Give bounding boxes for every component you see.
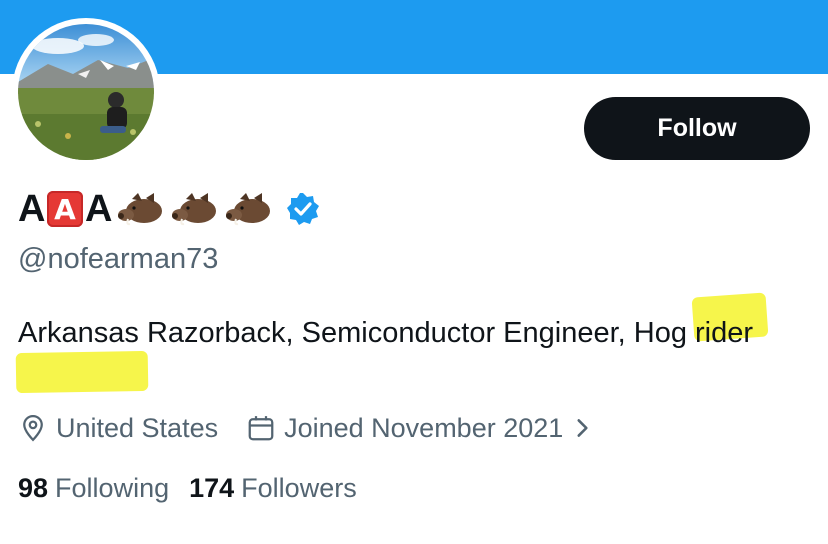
following-count: 98 (18, 472, 49, 503)
location-text: United States (56, 412, 219, 443)
name-letter: A (18, 188, 45, 230)
avatar[interactable] (18, 24, 154, 160)
profile-stats: 98 Following 174 Followers (18, 468, 357, 508)
calendar-icon (248, 416, 274, 441)
avatar-image (18, 24, 154, 160)
follow-button[interactable]: Follow (584, 97, 810, 160)
display-name: A A A (18, 186, 320, 232)
highlight-mark (15, 350, 149, 394)
location-item: United States (18, 413, 218, 444)
chevron-right-icon[interactable] (569, 415, 595, 441)
followers-count: 174 (189, 472, 235, 503)
verified-badge-icon[interactable] (286, 192, 320, 226)
following-link[interactable]: 98 Following (18, 473, 169, 504)
following-label: Following (55, 472, 170, 503)
profile-bio: Arkansas Razorback, Semiconductor Engine… (18, 317, 754, 349)
joined-item[interactable]: Joined November 2021 (246, 413, 603, 444)
joined-text: Joined November 2021 (284, 412, 564, 443)
boar-icon (117, 193, 162, 226)
followers-label: Followers (241, 472, 357, 503)
name-letter: A (84, 188, 112, 230)
boar-icon (225, 193, 270, 226)
location-pin-icon (23, 414, 43, 442)
boar-icon (171, 193, 216, 226)
a-button-emoji: A (46, 191, 83, 227)
followers-link[interactable]: 174 Followers (189, 473, 357, 504)
profile-handle: @nofearman73 (18, 243, 219, 275)
profile-meta: United States Joined November 2021 (18, 408, 603, 448)
